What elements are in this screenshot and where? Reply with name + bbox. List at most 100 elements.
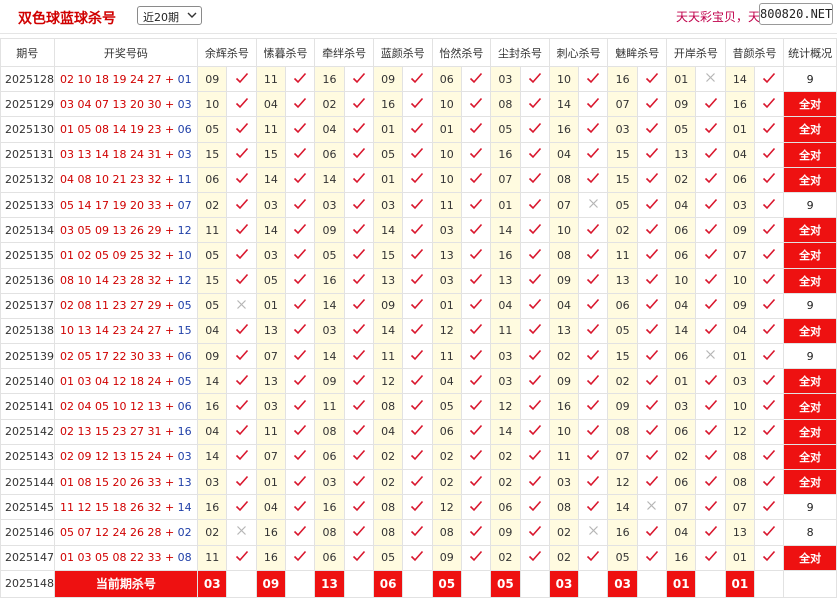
blue-ball: 02 [177, 525, 192, 539]
kill-number-cell: 02 [666, 166, 697, 193]
result-mark-cell [636, 393, 668, 420]
result-mark-cell [754, 116, 785, 143]
period-cell: 2025148 [0, 569, 55, 598]
result-mark-cell [226, 519, 257, 546]
kill-number-cell: 10 [197, 91, 228, 118]
check-icon [645, 296, 659, 314]
kill-number-cell: 14 [548, 91, 580, 118]
kill-number-cell: 10 [431, 91, 462, 118]
kill-number-cell: 10 [724, 267, 756, 294]
kill-number-cell: 02 [197, 519, 228, 546]
result-mark-cell [285, 267, 316, 294]
check-icon [352, 296, 366, 314]
result-mark-cell [519, 468, 550, 496]
kill-number-cell: 01 [255, 292, 287, 319]
result-mark-cell [460, 443, 492, 471]
column-header: 期号 [0, 38, 55, 67]
kill-number-cell: 02 [372, 443, 404, 471]
kill-number-cell: 03 [197, 468, 228, 496]
check-icon [235, 246, 249, 264]
check-icon [586, 422, 600, 440]
chevron-down-icon [187, 9, 197, 21]
result-mark-cell [695, 494, 726, 521]
check-icon [528, 447, 542, 465]
period-cell: 2025134 [0, 217, 55, 244]
red-balls: 03 13 14 18 24 31 [59, 148, 162, 162]
table-row: 2025139 02 05 17 22 30 33 + 06 09 07 14 11 11 0… [0, 343, 837, 370]
column-header: 开奖号码 [53, 38, 199, 67]
check-icon [645, 246, 659, 264]
result-mark-cell [636, 544, 668, 571]
result-mark-cell [578, 267, 609, 294]
check-icon [586, 246, 600, 264]
kill-number-cell: 10 [548, 217, 580, 244]
kill-number-cell: 02 [607, 368, 638, 395]
result-mark-cell [636, 343, 668, 370]
check-icon [293, 397, 307, 415]
red-balls: 02 10 18 19 24 27 [59, 72, 162, 86]
kill-number-cell: 05 [607, 191, 638, 219]
result-mark-cell [695, 519, 726, 546]
check-icon [528, 296, 542, 314]
kill-number-cell: 14 [372, 317, 404, 345]
kill-number-cell: 14 [197, 443, 228, 471]
period-cell: 2025137 [0, 292, 55, 319]
check-icon [704, 397, 718, 415]
check-icon [645, 271, 659, 289]
blue-ball: 12 [177, 274, 192, 288]
empty-mark-cell [519, 569, 550, 598]
check-icon [235, 473, 249, 491]
result-mark-cell [343, 519, 374, 546]
table-row: 2025142 02 13 15 23 27 31 + 16 04 11 08 04 06 1… [0, 418, 837, 445]
kill-number-cell: 01 [724, 116, 756, 143]
period-range-select[interactable]: 近20期 [137, 6, 202, 25]
kill-number-cell: 11 [431, 191, 462, 219]
result-mark-cell [402, 494, 433, 521]
check-icon [704, 145, 718, 163]
period-cell: 2025133 [0, 191, 55, 219]
result-mark-cell [754, 393, 785, 420]
result-mark-cell [636, 267, 668, 294]
check-icon [762, 95, 776, 113]
draw-numbers-cell: 02 08 11 23 27 29 + 05 [53, 292, 199, 319]
kill-number-cell: 07 [490, 166, 521, 193]
check-icon [762, 473, 776, 491]
kill-number-cell: 06 [314, 141, 345, 168]
red-balls: 01 05 08 14 19 23 [59, 122, 162, 136]
kill-number-cell: 13 [431, 242, 462, 269]
kill-number-cell: 14 [314, 292, 345, 319]
check-icon [645, 422, 659, 440]
cross-icon [588, 198, 599, 212]
kill-number-cell: 05 [197, 242, 228, 269]
period-cell: 2025131 [0, 141, 55, 168]
kill-number-cell: 04 [724, 141, 756, 168]
table-row: 2025136 08 10 14 23 28 32 + 12 15 05 16 13 03 1… [0, 267, 837, 294]
kill-number-cell: 05 [372, 544, 404, 571]
check-icon [235, 422, 249, 440]
check-icon [235, 498, 249, 516]
site-slogan-link[interactable]: 天天彩宝贝，天 [676, 8, 760, 25]
result-mark-cell [578, 141, 609, 168]
check-icon [293, 221, 307, 239]
kill-number-cell: 06 [666, 242, 697, 269]
stat-summary-cell: 9 [783, 65, 837, 93]
check-icon [235, 70, 249, 88]
period-cell: 2025132 [0, 166, 55, 193]
kill-number-cell: 10 [548, 65, 580, 93]
check-icon [762, 120, 776, 138]
check-icon [469, 422, 483, 440]
current-kill-number: 05 [490, 569, 521, 598]
check-icon [586, 347, 600, 365]
stat-summary-cell: 全对 [783, 468, 837, 496]
kill-number-table: 期号 开奖号码 余辉杀号 愫暮杀号 牵绊杀号 蓝颜杀号 怡然杀号 尘封杀号 刺心杀号 魅眸杀号 开岸… [0, 38, 837, 598]
result-mark-cell [636, 91, 668, 118]
kill-number-cell: 04 [666, 191, 697, 219]
check-icon [645, 145, 659, 163]
kill-number-cell: 12 [607, 468, 638, 496]
check-icon [762, 347, 776, 365]
check-icon [586, 473, 600, 491]
result-mark-cell [460, 393, 492, 420]
current-kill-number: 03 [607, 569, 638, 598]
current-kill-number: 01 [666, 569, 697, 598]
result-mark-cell [695, 418, 726, 445]
